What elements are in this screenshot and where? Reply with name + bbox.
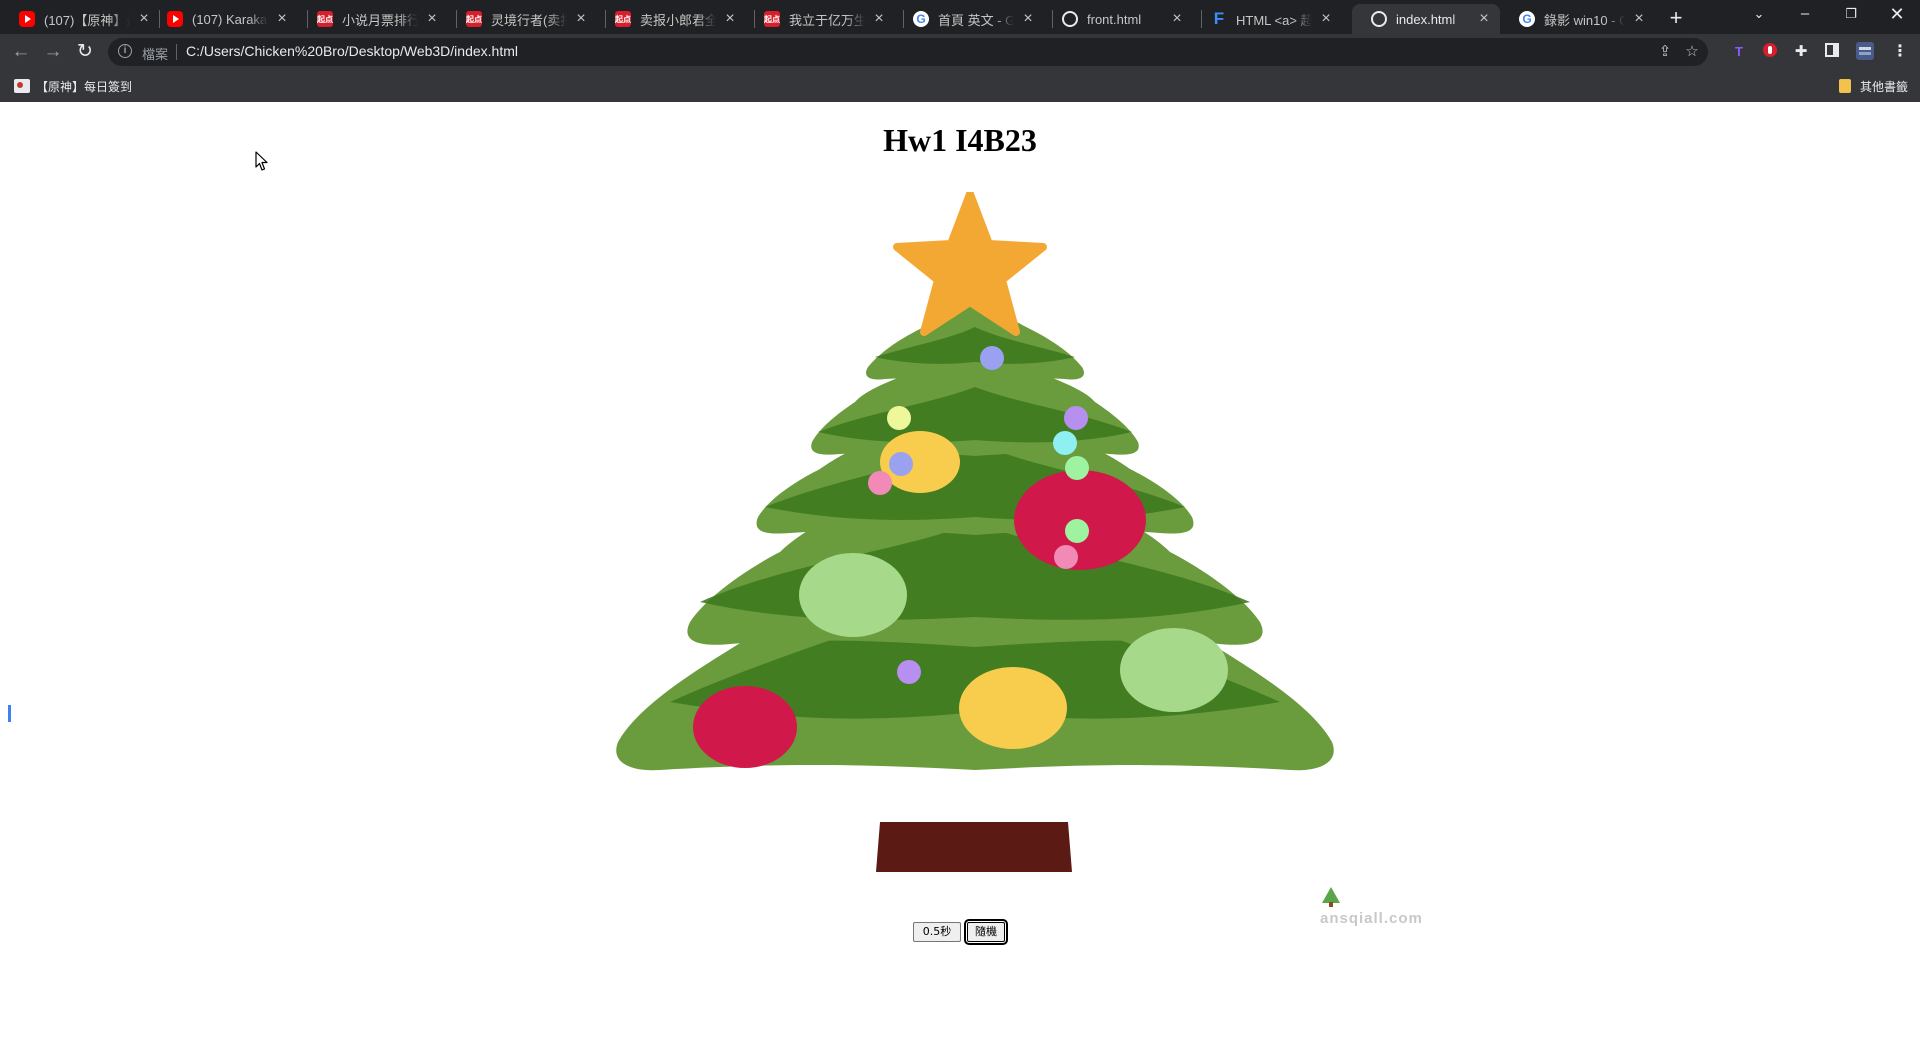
extension-t-icon[interactable]: T [1729, 42, 1749, 62]
page-title: Hw1 I4B23 [883, 122, 1037, 158]
random-button[interactable]: 隨機 [964, 919, 1008, 945]
youtube-icon [167, 11, 183, 27]
forward-icon[interactable]: → [37, 36, 69, 68]
tab-title: 錄影 win10 - Go [1544, 12, 1625, 28]
interval-button[interactable]: 0.5秒 [913, 922, 961, 942]
close-icon[interactable]: × [573, 11, 589, 27]
browser-toolbar: ← → ↻ i 檔案 C:/Users/Chicken%20Bro/Deskto… [0, 34, 1920, 70]
tab-youtube-karakara[interactable]: (107) Karakara × [148, 4, 298, 34]
tab-qidian-author[interactable]: 起点 卖报小郎君全部 × [596, 4, 746, 34]
ornament-green [1120, 628, 1228, 712]
url-text[interactable]: C:/Users/Chicken%20Bro/Desktop/Web3D/ind… [186, 43, 518, 59]
tab-title: (107) Karakara [192, 11, 268, 27]
light-dot [1065, 519, 1089, 543]
light-dot [887, 406, 911, 430]
extensions-puzzle-icon[interactable]: ✚ [1791, 42, 1811, 62]
profile-avatar[interactable] [1855, 42, 1875, 62]
tab-strip: (107)【原神】最 × (107) Karakara × 起点 小说月票排行榜… [0, 0, 1920, 34]
close-icon[interactable]: × [1631, 11, 1647, 27]
light-dot [1065, 456, 1089, 480]
light-dot [868, 471, 892, 495]
tab-title: (107)【原神】最 [44, 12, 130, 28]
tab-qidian-book[interactable]: 起点 我立于亿万生命 × [745, 4, 895, 34]
other-bookmarks-folder[interactable]: 其他書籤 [1839, 76, 1908, 96]
light-dot [897, 660, 921, 684]
text-caret-marker [8, 705, 11, 722]
reload-icon[interactable]: ↻ [69, 36, 101, 68]
folder-icon [1839, 79, 1851, 93]
address-bar[interactable]: i 檔案 C:/Users/Chicken%20Bro/Desktop/Web3… [108, 38, 1708, 66]
bookmark-genshin-checkin[interactable]: 【原神】每日簽到 [14, 76, 132, 96]
watermark-text: ansqiall.com [1320, 910, 1423, 927]
other-bookmarks-label: 其他書籤 [1860, 79, 1909, 94]
close-icon[interactable]: × [1020, 11, 1036, 27]
tree-trunk [876, 822, 1072, 872]
qidian-icon: 起点 [615, 11, 631, 27]
qidian-icon: 起点 [764, 11, 780, 27]
tab-index-html[interactable]: index.html × [1352, 4, 1500, 34]
tab-title: 我立于亿万生命 [789, 12, 865, 28]
watermark-tree-icon [1322, 887, 1340, 907]
new-tab-button[interactable]: + [1662, 6, 1690, 30]
bookmark-label: 【原神】每日簽到 [36, 79, 133, 94]
bookmarks-bar: 【原神】每日簽到 其他書籤 [0, 70, 1920, 102]
tab-qidian-lingjing[interactable]: 起点 灵境行者(卖报小 × [447, 4, 597, 34]
page-viewport: Hw1 I4B23 ansqiall.com 0.5秒 隨機 [0, 102, 1920, 1040]
tab-title: 卖报小郎君全部 [640, 12, 716, 28]
side-panel-icon[interactable] [1822, 42, 1842, 62]
tab-title: index.html [1396, 11, 1456, 27]
menu-icon[interactable]: ⋮ [1890, 42, 1910, 62]
address-divider [176, 44, 177, 60]
security-label: 檔案 [142, 47, 169, 62]
close-icon[interactable]: × [1476, 11, 1492, 27]
light-dot [1054, 545, 1078, 569]
qidian-icon: 起点 [466, 11, 482, 27]
restore-icon[interactable]: ❐ [1828, 0, 1874, 30]
minimize-icon[interactable]: – [1782, 0, 1828, 30]
google-icon: G [913, 11, 929, 27]
tab-html-anchor[interactable]: F HTML <a> 超連 × [1192, 4, 1342, 34]
ornament-red [693, 686, 797, 768]
globe-icon [1371, 11, 1387, 27]
google-icon: G [1519, 11, 1535, 27]
f-icon: F [1213, 9, 1225, 28]
tab-title: 首頁 英文 - Goo [938, 12, 1014, 28]
youtube-icon [19, 11, 35, 27]
info-icon[interactable]: i [118, 44, 132, 58]
close-icon[interactable]: × [1169, 11, 1185, 27]
share-icon[interactable]: ⇪ [1655, 42, 1675, 62]
back-icon[interactable]: ← [5, 36, 37, 68]
bookmark-star-icon[interactable]: ☆ [1682, 42, 1702, 62]
tab-title: front.html [1087, 11, 1142, 27]
tab-google-translate[interactable]: G 首頁 英文 - Goo × [894, 4, 1044, 34]
window-close-icon[interactable]: ✕ [1874, 0, 1920, 30]
close-icon[interactable]: × [1318, 11, 1334, 27]
close-icon[interactable]: × [871, 11, 887, 27]
tab-title: 灵境行者(卖报小 [491, 12, 567, 28]
bookmark-favicon-icon [14, 79, 30, 93]
tab-search-icon[interactable]: ⌄ [1736, 0, 1782, 30]
light-dot [889, 452, 913, 476]
mouse-cursor-icon [255, 151, 268, 171]
tab-qidian-ranking[interactable]: 起点 小说月票排行榜 × [298, 4, 448, 34]
christmas-tree-image [616, 192, 1334, 872]
ornament-green [799, 553, 907, 637]
tab-title: HTML <a> 超連 [1236, 12, 1312, 28]
tab-front-html[interactable]: front.html × [1043, 4, 1193, 34]
close-icon[interactable]: × [274, 11, 290, 27]
light-dot [980, 346, 1004, 370]
tab-youtube-genshin[interactable]: (107)【原神】最 × [0, 4, 160, 34]
close-icon[interactable]: × [722, 11, 738, 27]
ornament-yellow [959, 667, 1067, 749]
tab-google-record[interactable]: G 錄影 win10 - Go × [1500, 4, 1655, 34]
close-icon[interactable]: × [424, 11, 440, 27]
globe-icon [1062, 11, 1078, 27]
light-dot [1064, 406, 1088, 430]
light-dot [1053, 431, 1077, 455]
extension-red-icon[interactable] [1760, 42, 1780, 62]
qidian-icon: 起点 [317, 11, 333, 27]
tab-title: 小说月票排行榜 [342, 12, 418, 28]
